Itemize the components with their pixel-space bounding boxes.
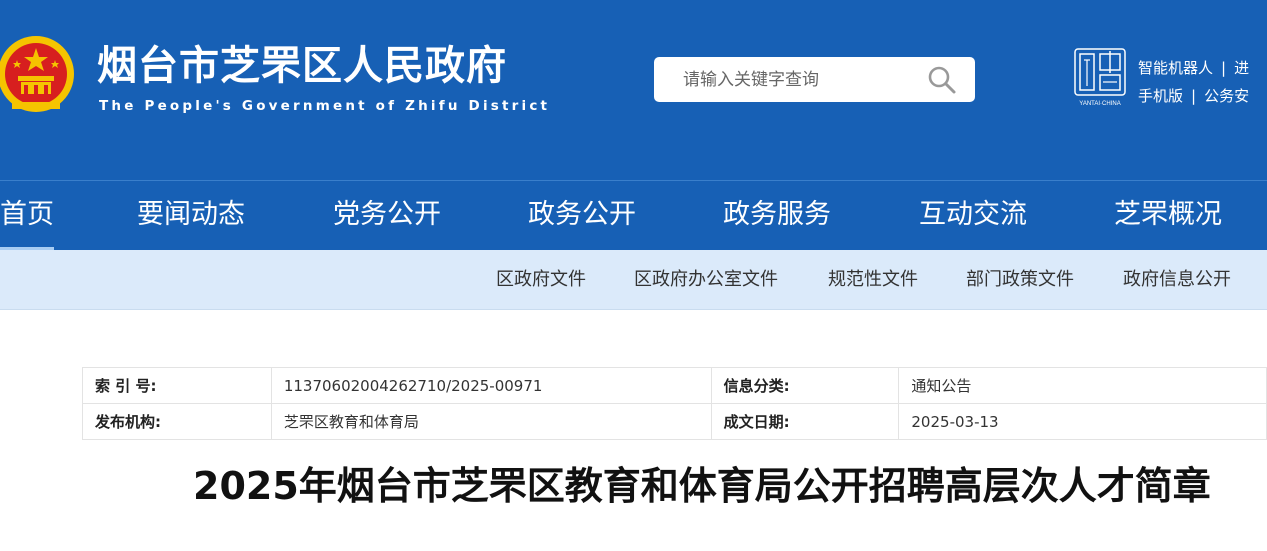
- written-date-label: 成文日期:: [710, 403, 900, 440]
- main-nav: 首页 要闻动态 党务公开 政务公开 政务服务 互动交流 芝罘概况: [0, 180, 1267, 250]
- nav-news[interactable]: 要闻动态: [137, 181, 245, 250]
- index-number-value: 11370602004262710/2025-00971: [270, 367, 712, 404]
- info-category-label: 信息分类:: [710, 367, 900, 404]
- site-subtitle: The People's Government of Zhifu Distric…: [99, 98, 551, 114]
- sub-nav: 区政府文件 区政府办公室文件 规范性文件 部门政策文件 政府信息公开: [0, 250, 1267, 310]
- nav-home[interactable]: 首页: [0, 181, 54, 250]
- publisher-value: 芝罘区教育和体育局: [270, 403, 712, 440]
- site-title: 烟台市芝罘区人民政府: [97, 43, 507, 89]
- site-header: 烟台市芝罘区人民政府 The People's Government of Zh…: [0, 0, 1267, 180]
- nav-interaction[interactable]: 互动交流: [919, 181, 1027, 250]
- search-icon[interactable]: [924, 63, 960, 97]
- nav-party-affairs[interactable]: 党务公开: [333, 181, 441, 250]
- robot-link[interactable]: 智能机器人: [1138, 59, 1213, 77]
- table-row: 索 引 号: 11370602004262710/2025-00971 信息分类…: [82, 367, 1267, 404]
- search-input[interactable]: [654, 57, 924, 102]
- index-number-label: 索 引 号:: [82, 367, 272, 404]
- enter-link[interactable]: 进: [1234, 59, 1249, 77]
- mobile-version-link[interactable]: 手机版: [1138, 87, 1183, 105]
- table-row: 发布机构: 芝罘区教育和体育局 成文日期: 2025-03-13: [82, 403, 1267, 440]
- publisher-label: 发布机构:: [82, 403, 272, 440]
- subnav-info-disclosure[interactable]: 政府信息公开: [1123, 250, 1231, 310]
- written-date-value: 2025-03-13: [898, 403, 1267, 440]
- china-yantai-logo-icon: YANTAI·CHINA: [1074, 48, 1126, 107]
- document-meta-table: 索 引 号: 11370602004262710/2025-00971 信息分类…: [82, 367, 1267, 440]
- subnav-office-docs[interactable]: 区政府办公室文件: [634, 250, 778, 310]
- nav-government-affairs[interactable]: 政务公开: [528, 181, 636, 250]
- subnav-district-docs[interactable]: 区政府文件: [496, 250, 586, 310]
- nav-government-services[interactable]: 政务服务: [723, 181, 831, 250]
- subnav-normative-docs[interactable]: 规范性文件: [828, 250, 918, 310]
- separator: |: [1221, 59, 1227, 77]
- official-link[interactable]: 公务安: [1204, 87, 1249, 105]
- separator: |: [1191, 87, 1197, 105]
- info-category-value: 通知公告: [898, 367, 1267, 404]
- subnav-department-policy[interactable]: 部门政策文件: [966, 250, 1074, 310]
- logo-caption: YANTAI·CHINA: [1079, 101, 1120, 107]
- article-title: 2025年烟台市芝罘区教育和体育局公开招聘高层次人才简章: [193, 464, 1211, 508]
- nav-zhifu-overview[interactable]: 芝罘概况: [1114, 181, 1222, 250]
- top-links: 智能机器人 | 进 手机版 | 公务安: [1138, 55, 1249, 111]
- national-emblem-icon: [0, 36, 74, 112]
